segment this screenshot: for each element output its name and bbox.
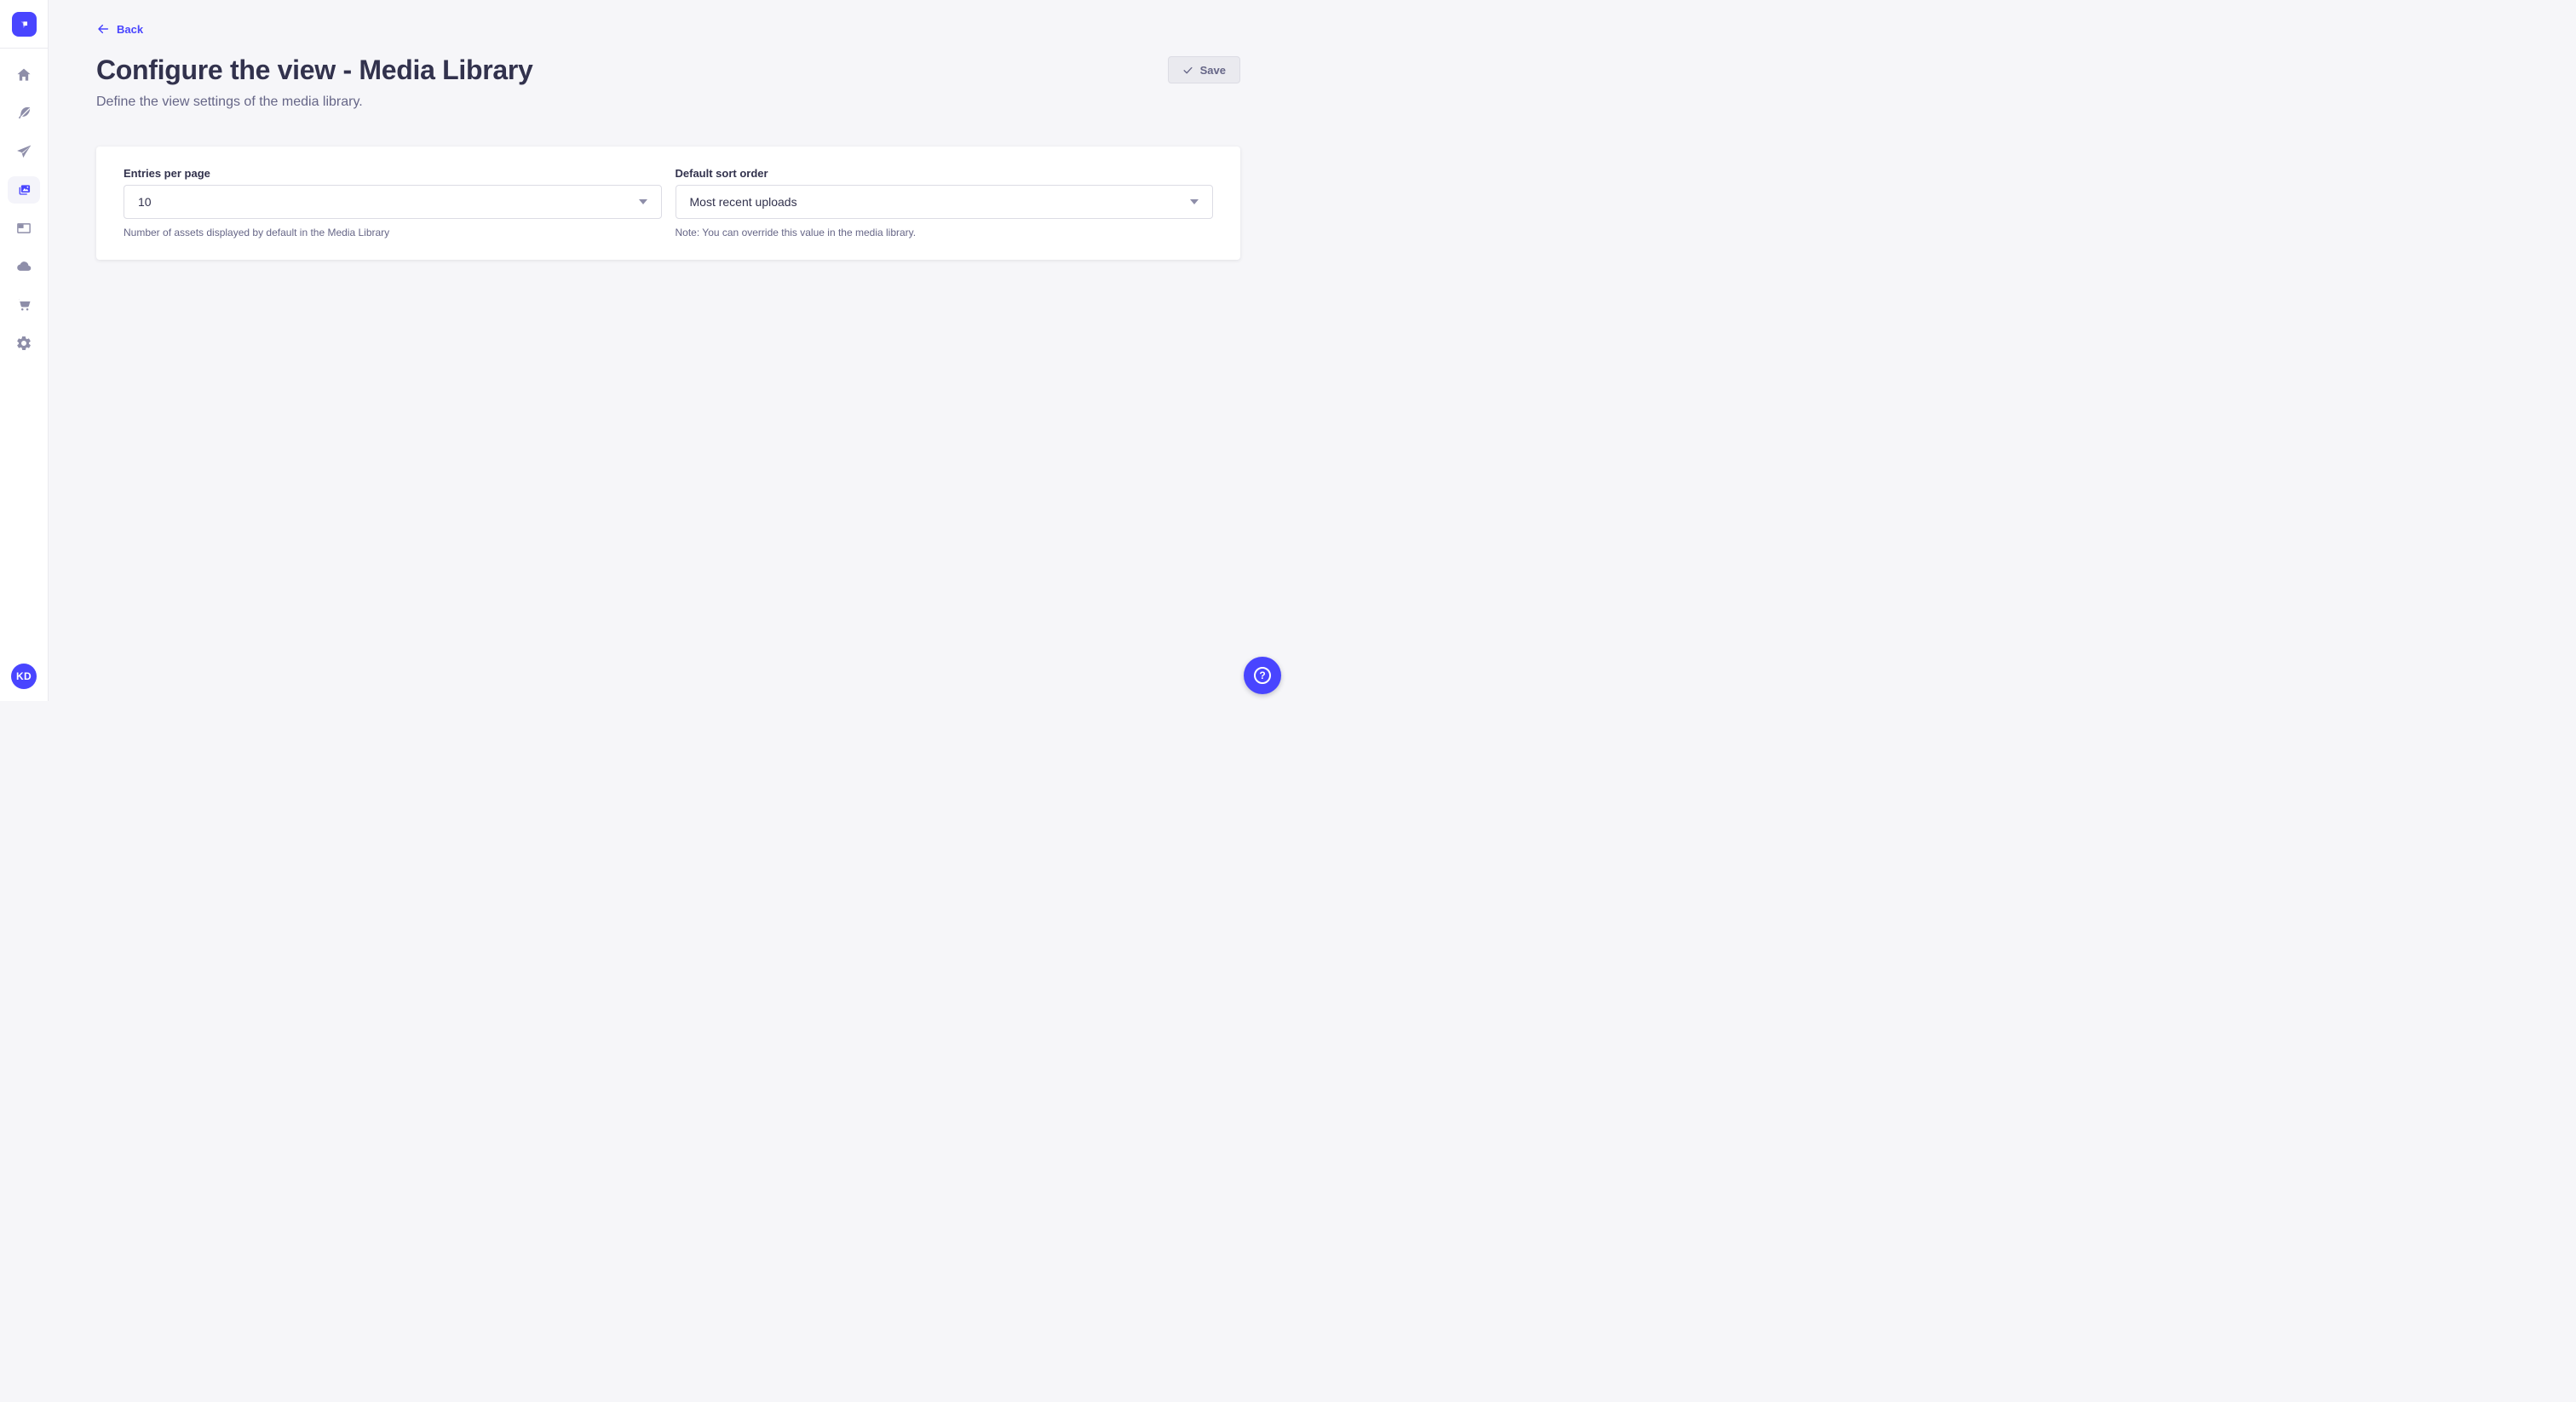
sidebar-item-media-library[interactable] bbox=[8, 176, 40, 204]
entries-per-page-value: 10 bbox=[138, 195, 152, 209]
settings-icon bbox=[15, 335, 32, 352]
app-root: KD Back Configure the view - Media Libra… bbox=[0, 0, 1288, 701]
save-button[interactable]: Save bbox=[1168, 56, 1240, 83]
help-button[interactable]: ? bbox=[1244, 657, 1281, 694]
sort-order-field: Default sort order Most recent uploads N… bbox=[676, 167, 1214, 239]
entries-per-page-select[interactable]: 10 bbox=[124, 185, 662, 219]
sort-order-hint: Note: You can override this value in the… bbox=[676, 226, 1214, 239]
content-manager-icon bbox=[15, 105, 32, 122]
save-label: Save bbox=[1200, 64, 1226, 77]
user-avatar[interactable]: KD bbox=[11, 664, 37, 689]
logo-section bbox=[0, 0, 48, 49]
sidebar-item-cloud[interactable] bbox=[8, 253, 40, 280]
deploy-icon bbox=[15, 143, 32, 160]
strapi-logo[interactable] bbox=[12, 12, 37, 37]
sidebar: KD bbox=[0, 0, 49, 701]
sidebar-item-settings[interactable] bbox=[8, 330, 40, 357]
chevron-down-icon bbox=[1190, 199, 1199, 204]
sidebar-item-content-manager[interactable] bbox=[8, 100, 40, 127]
sidebar-item-deploy[interactable] bbox=[8, 138, 40, 165]
sort-order-label: Default sort order bbox=[676, 167, 1214, 181]
home-icon bbox=[15, 66, 32, 83]
page-subtitle: Define the view settings of the media li… bbox=[96, 92, 1240, 112]
sidebar-nav bbox=[0, 49, 48, 357]
chevron-down-icon bbox=[639, 199, 647, 204]
cloud-icon bbox=[15, 258, 32, 275]
marketplace-icon bbox=[15, 296, 32, 313]
sidebar-item-marketplace[interactable] bbox=[8, 291, 40, 319]
check-icon bbox=[1182, 65, 1193, 76]
back-link[interactable]: Back bbox=[96, 22, 143, 36]
sort-order-value: Most recent uploads bbox=[690, 195, 797, 209]
question-mark-icon: ? bbox=[1254, 667, 1271, 684]
media-library-icon bbox=[15, 181, 32, 198]
strapi-logo-icon bbox=[17, 17, 32, 32]
main-content: Back Configure the view - Media Library … bbox=[49, 0, 1288, 701]
arrow-left-icon bbox=[96, 22, 110, 36]
entries-per-page-field: Entries per page 10 Number of assets dis… bbox=[124, 167, 662, 239]
sidebar-item-home[interactable] bbox=[8, 61, 40, 89]
sidebar-item-content-type-builder[interactable] bbox=[8, 215, 40, 242]
title-row: Configure the view - Media Library Save bbox=[96, 53, 1240, 87]
page-title: Configure the view - Media Library bbox=[96, 53, 533, 87]
back-label: Back bbox=[117, 23, 143, 36]
sort-order-select[interactable]: Most recent uploads bbox=[676, 185, 1214, 219]
settings-card: Entries per page 10 Number of assets dis… bbox=[96, 147, 1240, 260]
entries-per-page-hint: Number of assets displayed by default in… bbox=[124, 226, 662, 239]
entries-per-page-label: Entries per page bbox=[124, 167, 662, 181]
content-type-builder-icon bbox=[15, 220, 32, 237]
